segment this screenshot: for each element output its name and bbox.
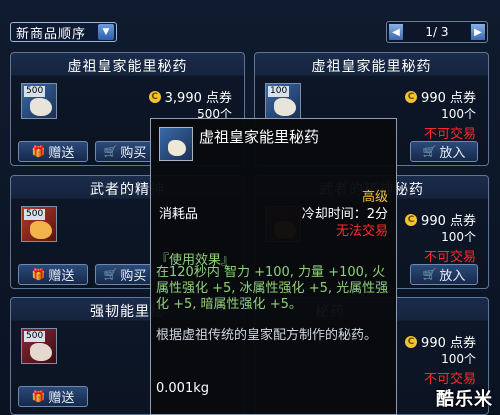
potion-icon[interactable]: 100	[265, 83, 301, 119]
chevron-down-icon[interactable]: ▼	[98, 24, 114, 40]
gift-icon: 🎁	[31, 390, 46, 403]
gift-icon: 🎁	[31, 268, 46, 281]
price: C 3,990 点券	[148, 87, 232, 106]
coin-icon: C	[148, 90, 161, 103]
tooltip-no-trade: 无法交易	[335, 224, 388, 239]
stack-badge: 500	[24, 331, 46, 342]
price: C 990 点券	[405, 210, 476, 229]
cart-icon: 🛒	[103, 145, 118, 158]
tooltip-weight: 0.001kg	[156, 381, 209, 396]
tooltip-effect-text: 在120秒内 智力 +100, 力量 +100, 火属性强化 +5, 冰属性强化…	[156, 265, 389, 312]
sort-label: 新商品顺序	[16, 26, 87, 42]
potion-icon	[159, 127, 193, 161]
no-trade-label: 不可交易	[423, 127, 476, 142]
tooltip-title: 虚祖皇家能里秘药	[199, 128, 320, 146]
coin-icon: C	[405, 90, 418, 103]
price: C 990 点券	[405, 87, 476, 106]
tooltip-type: 消耗品	[159, 207, 199, 222]
quantity: 100个	[441, 230, 476, 244]
buy-button[interactable]: 🛒 购买	[95, 141, 155, 162]
coin-icon: C	[405, 213, 418, 226]
quantity: 100个	[441, 352, 476, 366]
gift-button[interactable]: 🎁 赠送	[18, 264, 88, 285]
price: C 990 点券	[405, 332, 476, 351]
cart-icon: 🛒	[422, 145, 437, 158]
item-title: 虚祖皇家能里秘药	[67, 59, 188, 75]
item-tooltip: 虚祖皇家能里秘药 高级 消耗品 冷却时间：2分 无法交易 『使用效果』 在120…	[150, 118, 397, 415]
gift-icon: 🎁	[31, 145, 46, 158]
stack-badge: 500	[24, 86, 46, 97]
pager: ◀ 1/ 3 ▶	[386, 21, 488, 43]
next-page-button[interactable]: ▶	[470, 24, 485, 40]
potion-icon[interactable]: 500	[21, 83, 57, 119]
no-trade-label: 不可交易	[423, 250, 476, 265]
buy-button[interactable]: 🛒 购买	[95, 264, 155, 285]
prev-page-button[interactable]: ◀	[389, 24, 403, 40]
quantity: 100个	[441, 107, 476, 121]
put-in-button[interactable]: 🛒 放入	[410, 264, 478, 285]
stack-badge: 500	[24, 209, 46, 220]
tooltip-description: 根据虚祖传统的皇家配方制作的秘药。	[156, 328, 378, 343]
gift-button[interactable]: 🎁 赠送	[18, 386, 88, 407]
coin-icon: C	[405, 335, 418, 348]
page-indicator: 1/ 3	[425, 25, 449, 39]
shop-window: 新商品顺序 ▼ ◀ 1/ 3 ▶ 虚祖皇家能里秘药 500 C 3,990 点券…	[0, 0, 500, 415]
gift-button[interactable]: 🎁 赠送	[18, 141, 88, 162]
item-title: 虚祖皇家能里秘药	[311, 59, 432, 75]
watermark: 酷乐米	[436, 389, 493, 410]
cart-icon: 🛒	[422, 268, 437, 281]
sort-select[interactable]: 新商品顺序 ▼	[10, 22, 117, 42]
put-in-button[interactable]: 🛒 放入	[410, 141, 478, 162]
stack-badge: 100	[268, 86, 290, 97]
cart-icon: 🛒	[103, 268, 118, 281]
elixir-icon[interactable]: 500	[21, 206, 57, 242]
potion-icon[interactable]: 500	[21, 328, 57, 364]
